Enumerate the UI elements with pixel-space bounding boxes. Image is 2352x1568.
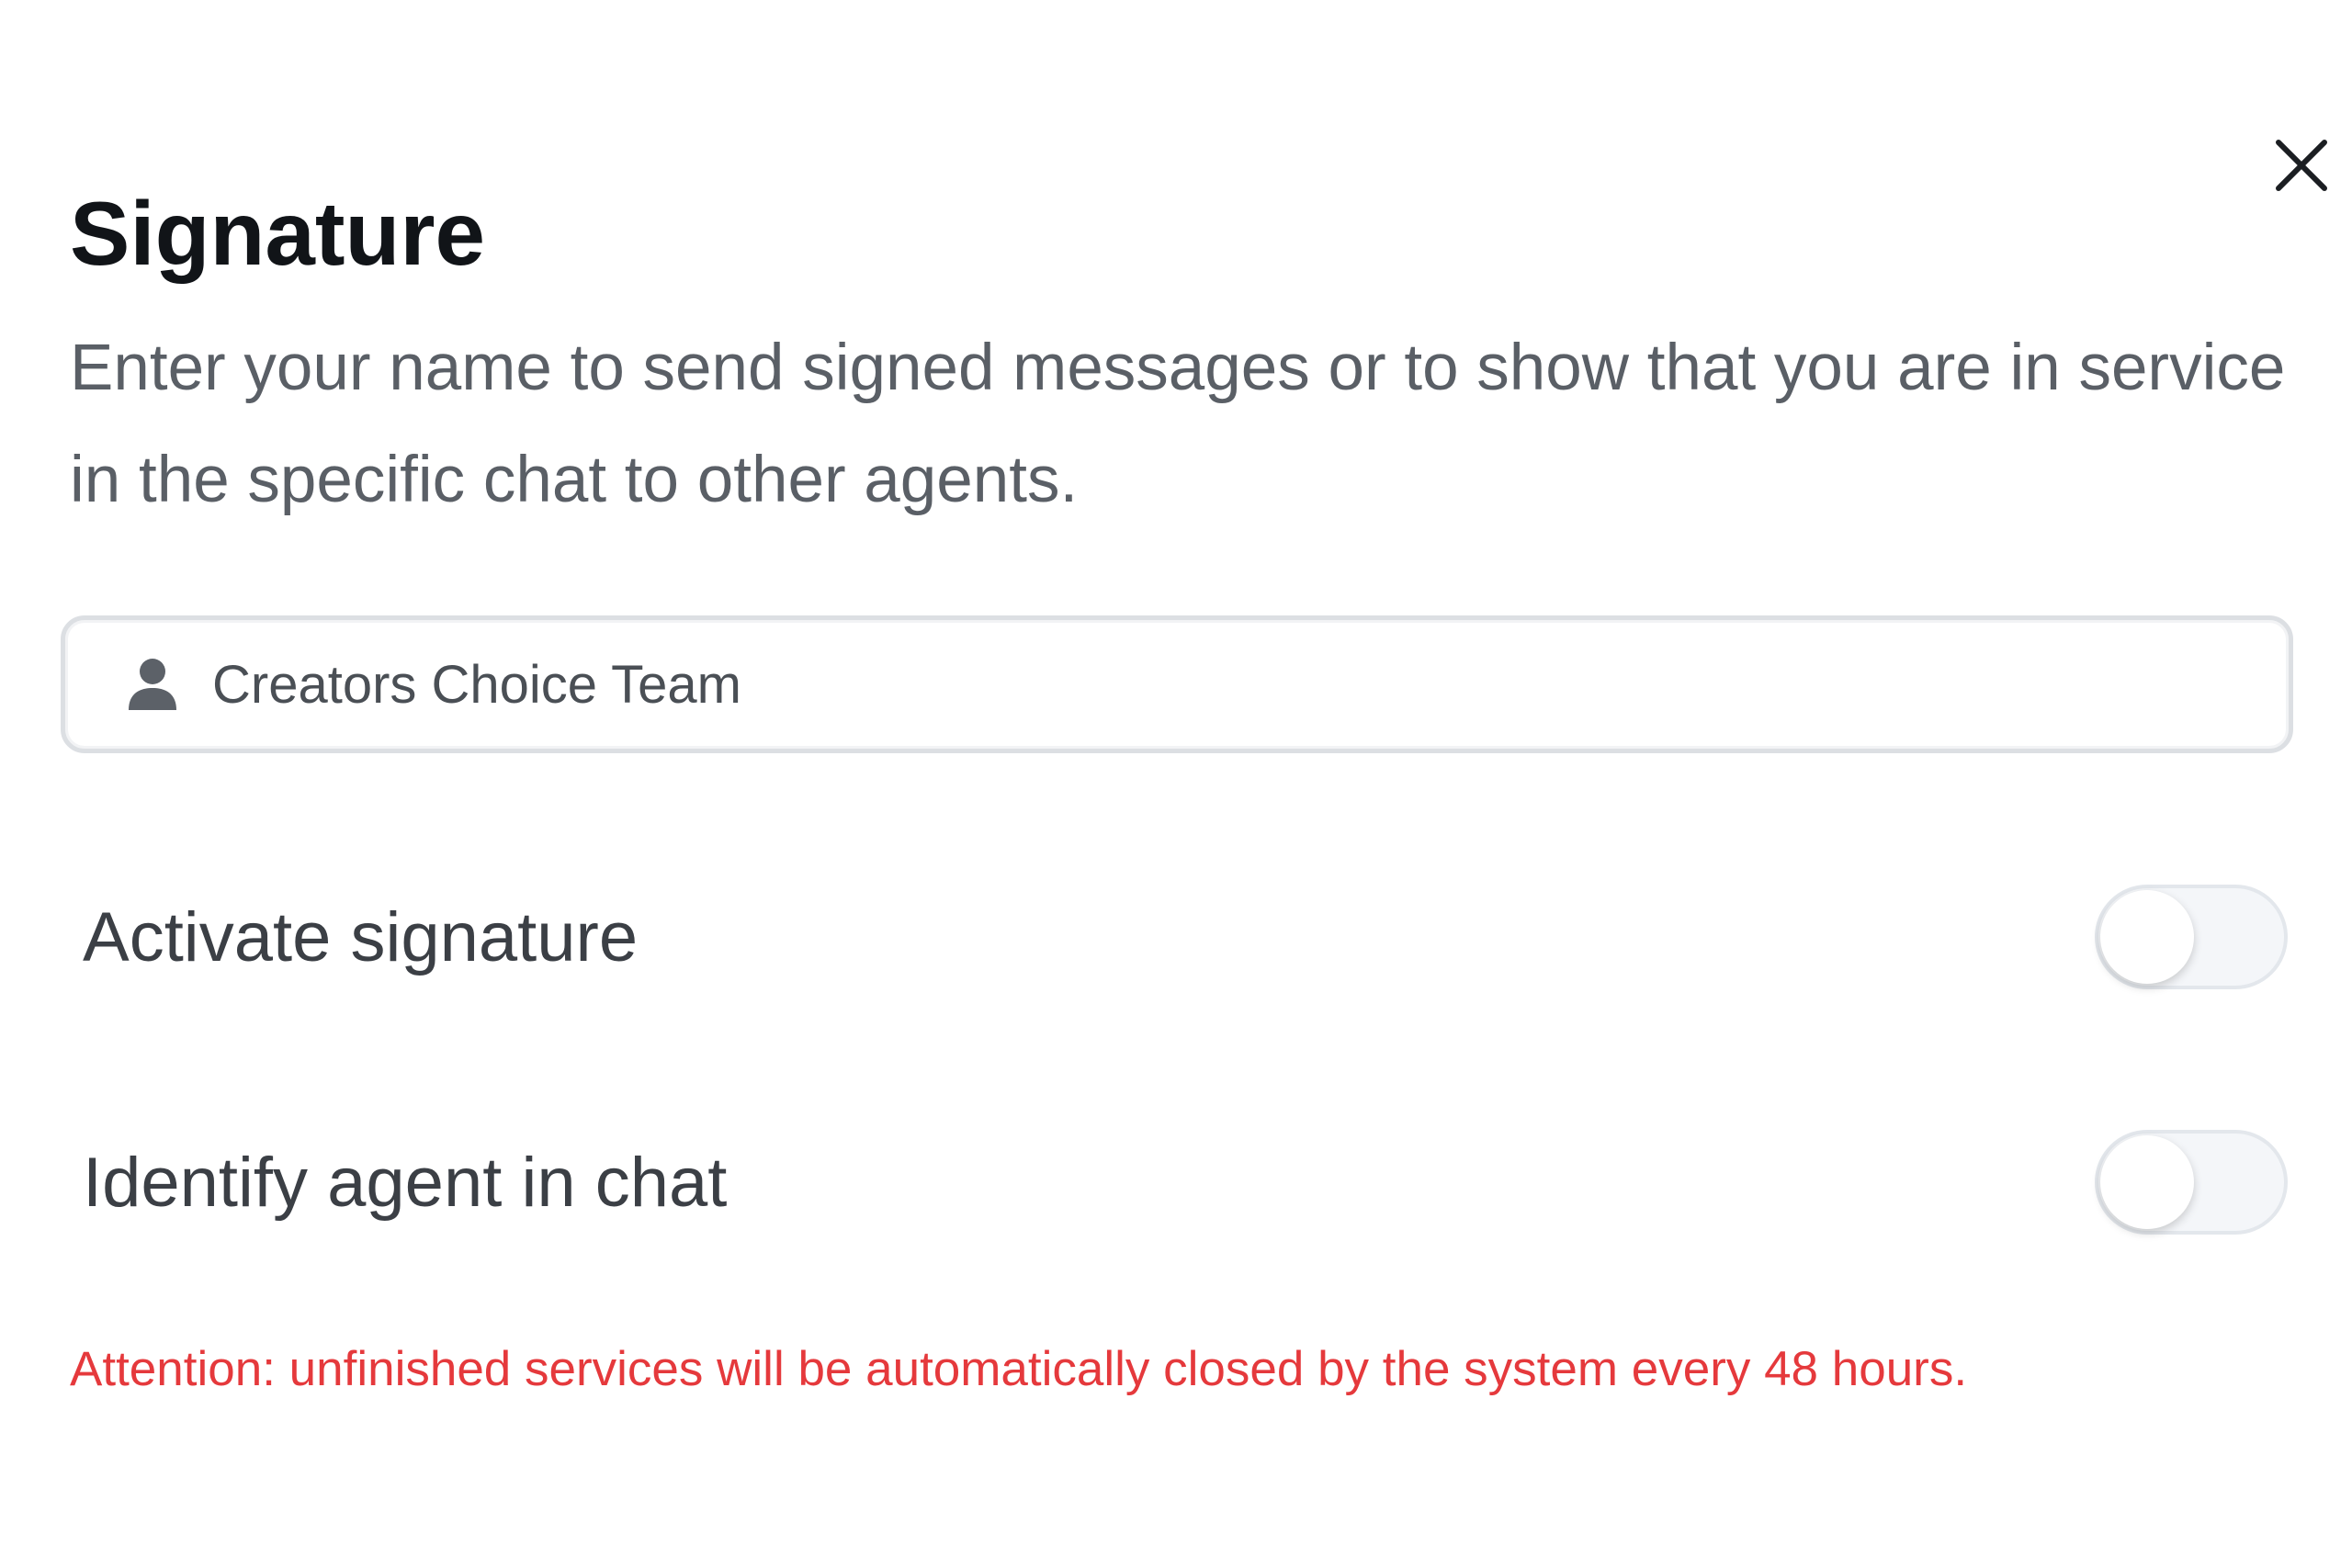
toggle-knob: [2100, 1135, 2194, 1229]
signature-modal: Signature Enter your name to send signed…: [0, 0, 2352, 1568]
signature-name-input[interactable]: [212, 638, 2142, 730]
modal-description: Enter your name to send signed messages …: [70, 332, 2286, 516]
close-icon: [2276, 140, 2327, 191]
identify-agent-toggle[interactable]: [2095, 1130, 2288, 1235]
modal-title: Signature: [70, 183, 485, 284]
identify-agent-row: Identify agent in chat: [83, 1118, 2288, 1247]
activate-signature-toggle[interactable]: [2095, 885, 2288, 989]
user-icon: [120, 652, 185, 716]
attention-notice: Attention: unfinished services will be a…: [70, 1342, 1968, 1396]
activate-signature-row: Activate signature: [83, 873, 2288, 1001]
identify-agent-label: Identify agent in chat: [83, 1143, 728, 1222]
activate-signature-label: Activate signature: [83, 897, 639, 976]
close-button[interactable]: [2265, 129, 2338, 202]
signature-field[interactable]: [61, 615, 2293, 753]
toggle-knob: [2100, 890, 2194, 984]
